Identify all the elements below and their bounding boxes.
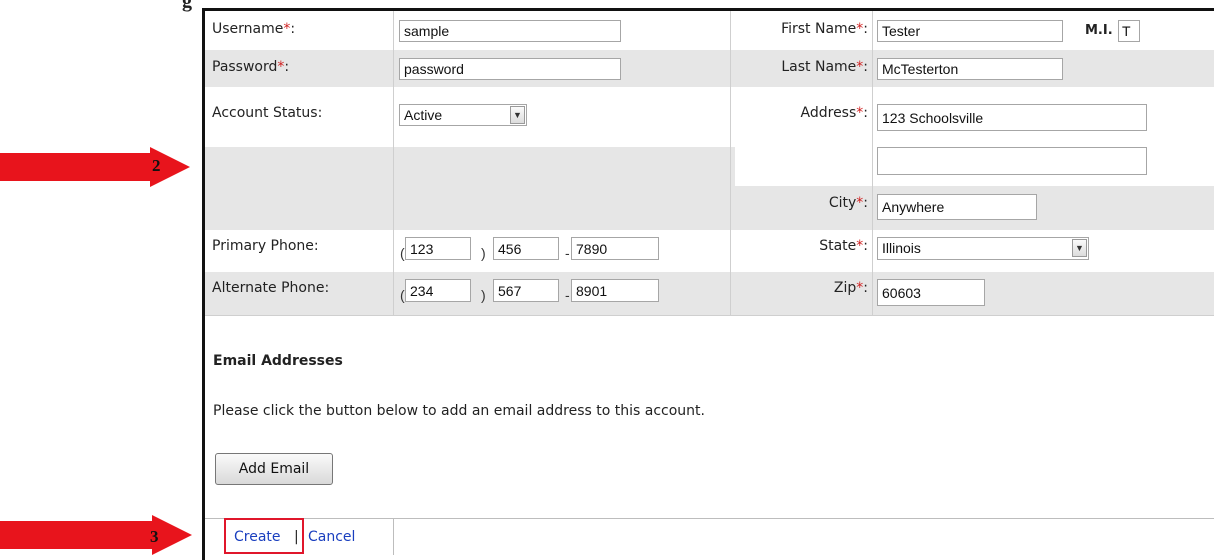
column-divider: [730, 11, 731, 315]
state-label: State*:: [819, 238, 868, 254]
annotation-arrow-3: 3: [0, 515, 192, 555]
phone-dash: -: [565, 287, 570, 303]
zip-input[interactable]: [877, 279, 985, 306]
grid-bottom-border: [205, 315, 1214, 316]
mi-label: M.I.: [1085, 23, 1113, 38]
phone-open-paren: (: [400, 245, 405, 261]
alternate-phone-area-input[interactable]: [405, 279, 471, 302]
account-status-value: Active: [404, 107, 443, 123]
form-row-address2-left: [205, 147, 735, 186]
phone-close-paren: ): [481, 287, 486, 303]
last-name-label: Last Name*:: [781, 59, 868, 75]
city-input[interactable]: [877, 194, 1037, 220]
mi-input[interactable]: [1118, 20, 1140, 42]
phone-open-paren: (: [400, 287, 405, 303]
address-label: Address*:: [800, 105, 868, 121]
column-divider: [393, 11, 394, 315]
cancel-link[interactable]: Cancel: [308, 529, 355, 545]
address-line2-input[interactable]: [877, 147, 1147, 175]
add-email-button[interactable]: Add Email: [215, 453, 333, 485]
phone-close-paren: ): [481, 245, 486, 261]
column-divider: [872, 11, 873, 315]
account-status-label: Account Status:: [212, 105, 323, 121]
email-help-text: Please click the button below to add an …: [213, 403, 705, 419]
primary-phone-line-input[interactable]: [571, 237, 659, 260]
alternate-phone-label: Alternate Phone:: [212, 280, 330, 296]
stray-heading-fragment: g: [182, 0, 192, 12]
annotation-number-2: 2: [152, 156, 161, 175]
zip-label: Zip*:: [833, 280, 868, 296]
first-name-input[interactable]: [877, 20, 1063, 42]
password-input[interactable]: [399, 58, 621, 80]
form-row-alternate-phone: [205, 272, 1214, 315]
password-label: Password*:: [212, 59, 290, 75]
account-form-panel: Username*: Password*: Account Status: Pr…: [202, 8, 1214, 560]
email-addresses-heading: Email Addresses: [213, 353, 343, 369]
chevron-down-icon[interactable]: ▼: [1072, 239, 1087, 257]
phone-dash: -: [565, 245, 570, 261]
username-input[interactable]: [399, 20, 621, 42]
address-line1-input[interactable]: [877, 104, 1147, 131]
account-status-select[interactable]: Active ▼: [399, 104, 527, 126]
alternate-phone-prefix-input[interactable]: [493, 279, 559, 302]
last-name-input[interactable]: [877, 58, 1063, 80]
city-label: City*:: [828, 195, 868, 211]
red-arrow-icon: [0, 515, 192, 555]
create-link[interactable]: Create: [234, 529, 281, 545]
alternate-phone-line-input[interactable]: [571, 279, 659, 302]
annotation-number-3: 3: [150, 527, 159, 546]
footer-separator: |: [294, 529, 299, 545]
red-arrow-icon: [0, 147, 190, 187]
username-label: Username*:: [212, 21, 296, 37]
account-form-grid: Username*: Password*: Account Status: Pr…: [205, 11, 1214, 315]
chevron-down-icon[interactable]: ▼: [510, 106, 525, 124]
state-value: Illinois: [882, 240, 921, 256]
first-name-label: First Name*:: [781, 21, 868, 37]
primary-phone-area-input[interactable]: [405, 237, 471, 260]
form-row-address2-city: [205, 186, 1214, 230]
annotation-arrow-2: 2: [0, 147, 190, 187]
primary-phone-prefix-input[interactable]: [493, 237, 559, 260]
state-select[interactable]: Illinois ▼: [877, 237, 1089, 260]
primary-phone-label: Primary Phone:: [212, 238, 319, 254]
